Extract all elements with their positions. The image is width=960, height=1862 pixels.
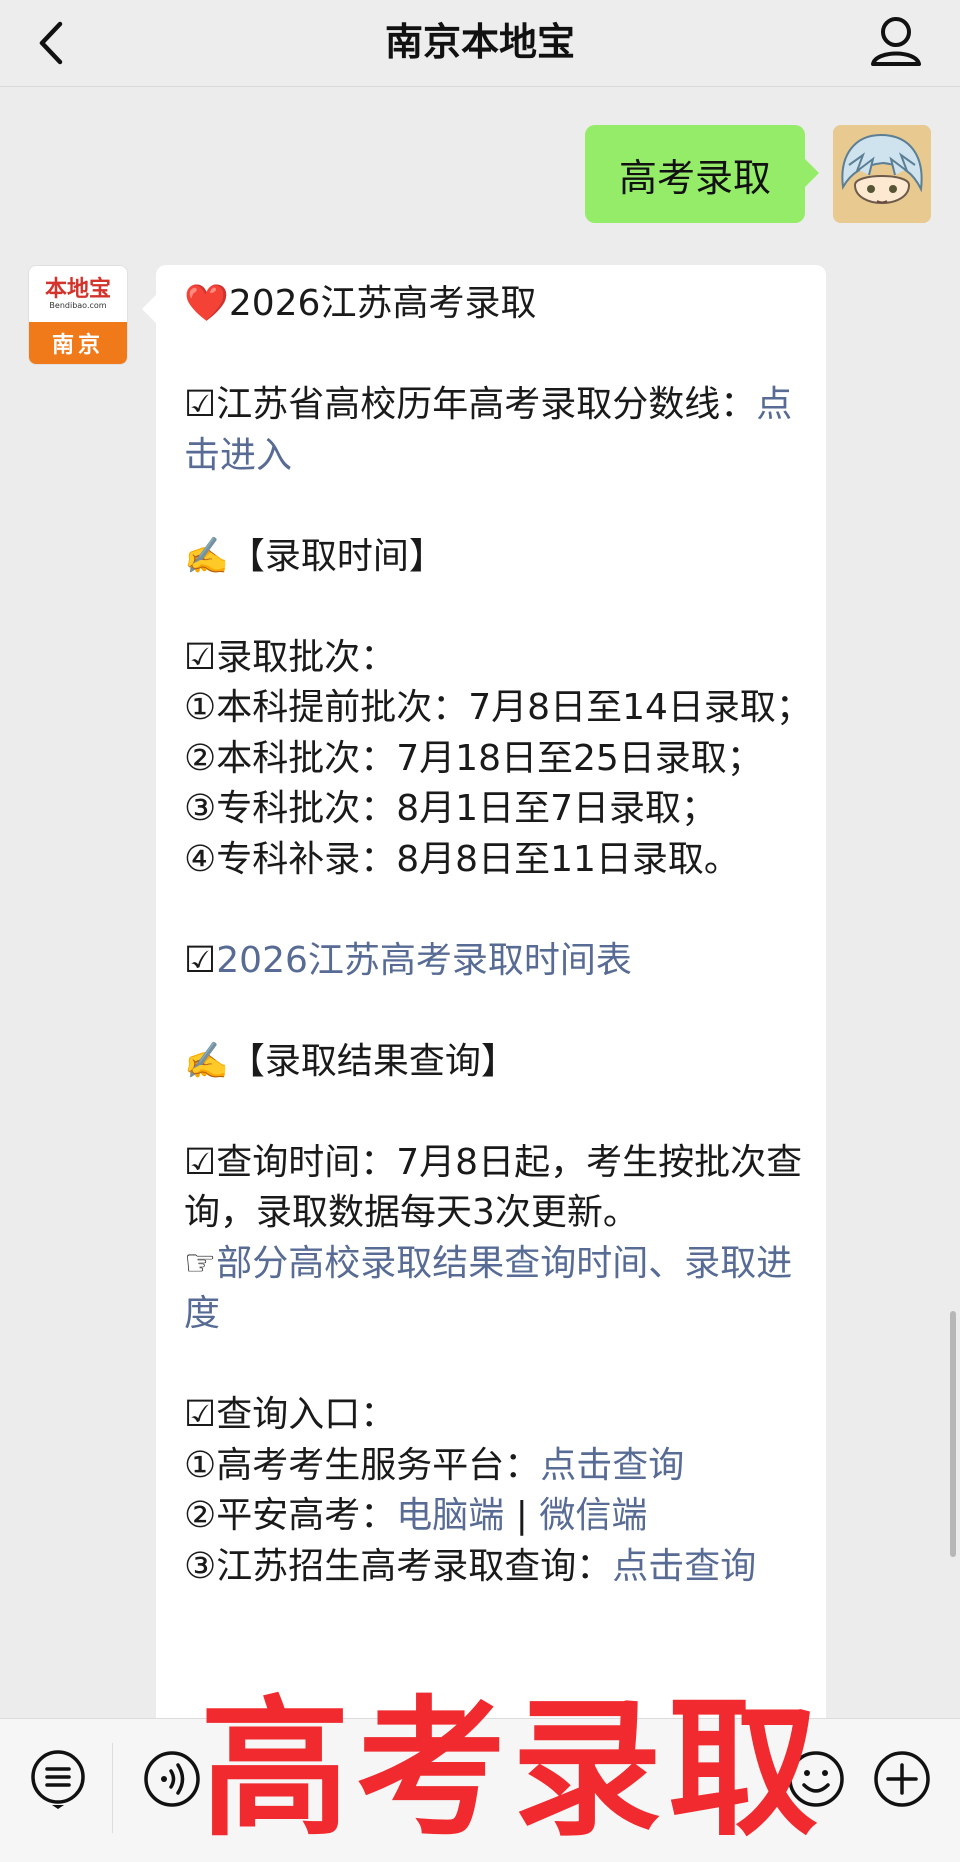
message-text: ☑ [184,939,217,981]
bot-message-content: ❤️2026江苏高考录取 ☑江苏省高校历年高考录取分数线：点击进入 ✍️【录取时间】… [184,279,814,1592]
message-text: ☑录取批次： [184,636,397,678]
message-text: ②平安高考： [184,1495,397,1536]
message-text: ☑查询时间：7月8日起，考生按批次查询，录取数据每天3次更新。 [184,1141,803,1234]
message-link[interactable]: 部分高校录取结果查询时间、录取进度 [184,1243,792,1335]
message-line: ①高考考生服务平台：点击查询 [184,1441,814,1492]
message-line: ✍️【录取结果查询】 [184,1037,814,1088]
message-line: ✍️【录取时间】 [184,532,814,583]
message-line: ③专科批次：8月1日至7日录取； [184,784,814,835]
message-line: ②本科批次：7月18日至25日录取； [184,734,814,785]
message-text: ✍️【录取时间】 [184,535,445,577]
message-link[interactable]: 点击查询 [612,1546,756,1587]
chat-header: 南京本地宝 [0,0,960,87]
message-link[interactable]: 电脑端 [396,1495,504,1536]
person-icon[interactable] [868,12,924,72]
message-line: ☑江苏省高校历年高考录取分数线：点击进入 [184,380,814,481]
message-line: ①本科提前批次：7月8日至14日录取； [184,683,814,734]
message-line: ☑查询时间：7月8日起，考生按批次查询，录取数据每天3次更新。 [184,1138,814,1239]
message-line: ②平安高考：电脑端 | 微信端 [184,1491,814,1542]
bot-avatar[interactable]: 本地宝 Bendibao.com 南京 [28,265,128,365]
chat-area: 高考录取 本地宝 Bendibao.com 南京 ❤️2026江苏高考录取 ☑江苏… [0,87,960,1735]
menu-list-icon[interactable] [28,1749,88,1809]
user-message-bubble[interactable]: 高考录取 [585,125,819,223]
bot-avatar-city: 南京 [29,322,127,364]
message-text: ④专科补录：8月8日至11日录取。 [184,838,740,880]
message-line: ❤️2026江苏高考录取 [184,279,814,330]
message-link[interactable]: 微信端 [539,1495,647,1536]
message-line: ③江苏招生高考录取查询：点击查询 [184,1542,814,1593]
message-text: ②本科批次：7月18日至25日录取； [184,737,763,779]
message-text: ☑查询入口： [184,1394,397,1435]
message-text: ①本科提前批次：7月8日至14日录取； [184,687,812,728]
message-line: ④专科补录：8月8日至11日录取。 [184,835,814,886]
message-text: ✍️【录取结果查询】 [184,1040,517,1082]
message-text: ③江苏招生高考录取查询： [184,1545,613,1587]
message-text: | [504,1495,540,1536]
message-line: ☑2026江苏高考录取时间表 [184,936,814,987]
bottom-divider [112,1743,113,1833]
message-line: ☞部分高校录取结果查询时间、录取进度 [184,1239,814,1340]
message-text: ☑江苏省高校历年高考录取分数线： [184,384,757,425]
bot-message-bubble: ❤️2026江苏高考录取 ☑江苏省高校历年高考录取分数线：点击进入 ✍️【录取时间】… [142,265,826,1735]
chat-title: 南京本地宝 [384,20,575,64]
message-text: ①高考考生服务平台： [184,1444,541,1486]
scrollbar[interactable] [950,1311,956,1557]
message-text: ☞ [184,1242,217,1284]
message-link[interactable]: 2026江苏高考录取时间表 [216,940,632,981]
user-message-text: 高考录取 [618,155,771,200]
message-line: ☑录取批次： [184,633,814,684]
bot-avatar-logo: 本地宝 [44,276,111,302]
bot-avatar-site: Bendibao.com [49,301,107,310]
message-text: ③专科批次：8月1日至7日录取； [184,788,717,829]
user-avatar[interactable] [833,125,931,223]
message-text: ❤️2026江苏高考录取 [184,283,537,324]
voice-icon[interactable] [142,1749,202,1809]
message-line: ☑查询入口： [184,1390,814,1441]
message-link[interactable]: 点击查询 [540,1445,684,1486]
overlay-watermark-text: 高考录取 [200,1683,825,1857]
plus-icon[interactable] [872,1749,932,1809]
